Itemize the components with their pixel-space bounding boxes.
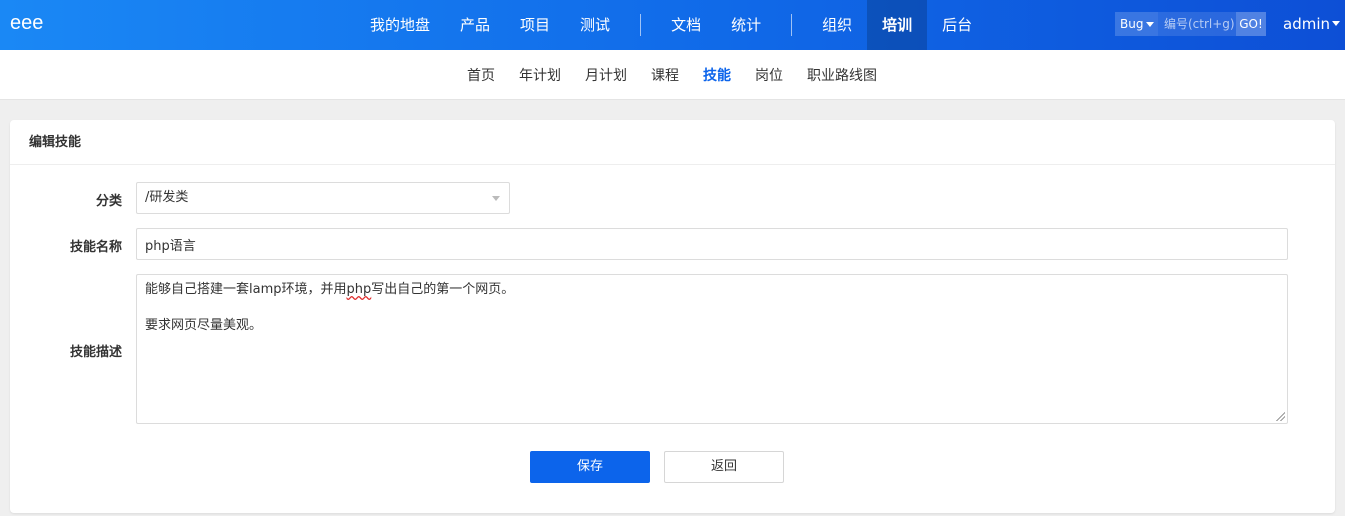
nav-item-doc[interactable]: 文档 [656, 0, 716, 50]
nav-item-admin[interactable]: 后台 [927, 0, 987, 50]
subnav-item-home[interactable]: 首页 [455, 65, 507, 85]
nav-item-test[interactable]: 测试 [565, 0, 625, 50]
chevron-down-icon [1332, 21, 1340, 26]
user-menu[interactable]: admin [1283, 15, 1340, 33]
subnav-item-skill[interactable]: 技能 [691, 65, 743, 85]
category-label: 分类 [95, 194, 122, 209]
edit-skill-panel: 编辑技能 分类 /研发类 技能名称 技能描述 能够自己搭建一套lamp环境，并用… [10, 120, 1335, 513]
subnav-item-year-plan[interactable]: 年计划 [507, 65, 573, 85]
search-type-label: Bug [1120, 17, 1144, 31]
subnav-item-position[interactable]: 岗位 [743, 65, 795, 85]
description-line: 要求网页尽量美观。 [145, 318, 263, 333]
nav-item-company[interactable]: 组织 [807, 0, 867, 50]
skill-description-textarea[interactable]: 能够自己搭建一套lamp环境，并用php写出自己的第一个网页。 要求网页尽量美观… [136, 274, 1288, 424]
nav-item-project[interactable]: 项目 [505, 0, 565, 50]
search-type-select[interactable]: Bug [1115, 12, 1158, 36]
skill-name-input[interactable] [136, 228, 1288, 260]
nav-item-product[interactable]: 产品 [445, 0, 505, 50]
subnav-item-month-plan[interactable]: 月计划 [573, 65, 639, 85]
app-logo[interactable]: eee [10, 12, 43, 35]
category-select[interactable]: /研发类 [136, 182, 510, 214]
subnav-item-career-roadmap[interactable]: 职业路线图 [795, 65, 889, 85]
top-header: eee 我的地盘 产品 项目 测试 文档 统计 组织 培训 后台 Bug GO!… [0, 0, 1345, 50]
back-button[interactable]: 返回 [664, 451, 784, 483]
nav-divider [791, 14, 793, 36]
skill-description-label: 技能描述 [69, 345, 122, 360]
nav-item-report[interactable]: 统计 [716, 0, 776, 50]
search-input[interactable] [1158, 12, 1236, 36]
user-name: admin [1283, 15, 1330, 33]
subnav-item-course[interactable]: 课程 [639, 65, 691, 85]
category-value: /研发类 [145, 190, 189, 205]
resize-handle[interactable] [1275, 411, 1285, 421]
global-search: Bug GO! [1115, 12, 1266, 36]
panel-title: 编辑技能 [10, 120, 1335, 165]
main-nav: 我的地盘 产品 项目 测试 文档 统计 组织 培训 后台 [355, 0, 987, 50]
nav-divider [640, 14, 642, 36]
skill-name-label: 技能名称 [69, 240, 122, 255]
save-button[interactable]: 保存 [530, 451, 650, 483]
chevron-down-icon [492, 196, 500, 201]
search-go-button[interactable]: GO! [1236, 12, 1266, 36]
chevron-down-icon [1146, 22, 1154, 27]
nav-item-my-dashboard[interactable]: 我的地盘 [355, 0, 445, 50]
nav-item-training[interactable]: 培训 [867, 0, 928, 50]
sub-nav: 首页 年计划 月计划 课程 技能 岗位 职业路线图 [0, 50, 1345, 100]
description-line: 能够自己搭建一套lamp环境，并用php写出自己的第一个网页。 [145, 282, 515, 297]
misspelled-word: php [346, 282, 372, 297]
